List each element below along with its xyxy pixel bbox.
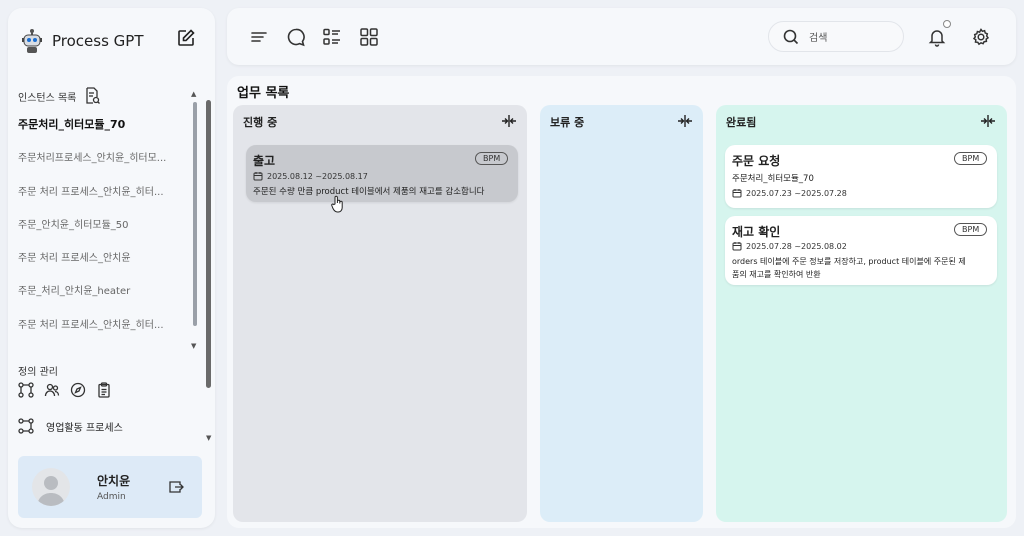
user-role: Admin: [97, 492, 126, 502]
definitions-label: 정의 관리: [18, 367, 58, 378]
bpm-badge: BPM: [954, 152, 988, 165]
clipboard-icon[interactable]: [96, 382, 112, 398]
topbar: 검색: [227, 8, 1016, 65]
instance-item[interactable]: 주문 처리 프로세스_안치윤_히터...: [18, 316, 186, 349]
bpm-badge: BPM: [475, 152, 509, 165]
card-title: 출고: [253, 154, 276, 168]
card-date-text: 2025.08.12 ~2025.08.17: [267, 171, 368, 181]
collapse-icon[interactable]: [501, 114, 517, 128]
process-flow-icon: [18, 418, 34, 434]
scroll-down-icon[interactable]: ▼: [191, 342, 196, 350]
menu-lines-icon[interactable]: [249, 27, 269, 47]
card-date: 2025.07.23 ~2025.07.28: [732, 188, 847, 198]
sidebar-scroll-down-icon[interactable]: ▼: [206, 434, 211, 442]
card-title: 재고 확인: [732, 225, 781, 239]
document-search-icon[interactable]: [84, 87, 100, 105]
card-description: 주문된 수량 만큼 product 테이블에서 제품의 재고를 감소합니다: [253, 187, 485, 197]
gear-icon[interactable]: [971, 27, 991, 47]
bpm-badge: BPM: [954, 223, 988, 236]
instances-label: 인스턴스 목록: [18, 93, 77, 104]
instance-list-scrollbar[interactable]: ▲ ▼: [191, 90, 199, 352]
task-card[interactable]: 출고 BPM 2025.08.12 ~2025.08.17 주문된 수량 만큼 …: [246, 145, 518, 202]
sidebar: Process GPT 인스턴스 목록 주문처리_히터모듈_70 주문처리프로세…: [8, 8, 215, 528]
instance-list-scroll-thumb[interactable]: [193, 102, 197, 326]
process-item-label: 영업활동 프로세스: [46, 422, 123, 434]
user-avatar-icon: [37, 476, 65, 506]
task-list-icon[interactable]: [322, 27, 342, 47]
bell-icon[interactable]: [927, 27, 947, 47]
user-name: 안치윤: [97, 474, 131, 488]
instance-item[interactable]: 주문_안치윤_히터모듈_50: [18, 216, 186, 249]
card-subtitle: 주문처리_히터모듈_70: [732, 174, 814, 184]
hand-cursor-icon: [331, 195, 343, 213]
scroll-up-icon[interactable]: ▲: [191, 90, 196, 98]
user-card[interactable]: 안치윤 Admin: [18, 456, 202, 518]
instance-item[interactable]: 주문_처리_안치윤_heater: [18, 282, 186, 315]
card-description: orders 테이블에 주문 정보를 저장하고, product 테이블에 주문…: [732, 257, 966, 266]
organization-icon[interactable]: [44, 382, 60, 398]
instance-item[interactable]: 주문 처리 프로세스_안치윤: [18, 249, 186, 282]
main-panel: 업무 목록 진행 중 출고 BPM 2025.08.12 ~2025.08.17…: [227, 76, 1016, 528]
search-placeholder: 검색: [809, 33, 828, 44]
instance-item[interactable]: 주문처리_히터모듈_70: [18, 116, 186, 149]
card-description: 품의 재고를 확인하여 반환: [732, 270, 821, 279]
compass-icon[interactable]: [70, 382, 86, 398]
page-title: 업무 목록: [237, 86, 290, 101]
new-chat-edit-icon[interactable]: [176, 28, 196, 48]
chat-bubble-icon[interactable]: [286, 27, 306, 47]
calendar-icon: [253, 172, 263, 181]
card-date-text: 2025.07.23 ~2025.07.28: [746, 188, 847, 198]
sidebar-scrollbar[interactable]: [206, 96, 212, 388]
column-on-hold: 보류 중: [540, 105, 703, 522]
grid-view-icon[interactable]: [359, 27, 379, 47]
column-title: 보류 중: [550, 116, 585, 129]
notification-dot: [943, 20, 951, 28]
column-title: 진행 중: [243, 116, 278, 129]
logout-icon[interactable]: [168, 479, 184, 495]
task-card[interactable]: 재고 확인 BPM 2025.07.28 ~2025.08.02 orders …: [725, 216, 997, 285]
search-input[interactable]: 검색: [768, 21, 904, 52]
card-date: 2025.08.12 ~2025.08.17: [253, 171, 368, 181]
sidebar-scroll-thumb[interactable]: [206, 100, 211, 388]
search-icon: [783, 29, 799, 44]
column-in-progress: 진행 중 출고 BPM 2025.08.12 ~2025.08.17 주문된 수…: [233, 105, 527, 522]
calendar-icon: [732, 242, 742, 251]
process-flow-icon[interactable]: [18, 382, 34, 398]
column-title: 완료됨: [726, 116, 757, 129]
instance-item[interactable]: 주문처리프로세스_안치윤_히터모...: [18, 149, 186, 182]
instance-item[interactable]: 주문 처리 프로세스_안치윤_히터...: [18, 183, 186, 216]
collapse-icon[interactable]: [677, 114, 693, 128]
card-title: 주문 요청: [732, 154, 781, 168]
robot-logo-icon: [22, 29, 42, 53]
card-date: 2025.07.28 ~2025.08.02: [732, 241, 847, 251]
column-completed: 완료됨 주문 요청 BPM 주문처리_히터모듈_70 2025.07.23 ~2…: [716, 105, 1007, 522]
instance-list: 주문처리_히터모듈_70 주문처리프로세스_안치윤_히터모... 주문 처리 프…: [18, 116, 186, 349]
app-title: Process GPT: [52, 32, 144, 50]
definition-tools: [18, 382, 112, 398]
card-date-text: 2025.07.28 ~2025.08.02: [746, 241, 847, 251]
collapse-icon[interactable]: [980, 114, 996, 128]
calendar-icon: [732, 189, 742, 198]
sidebar-item-sales-process[interactable]: 영업활동 프로세스: [18, 418, 123, 434]
brand[interactable]: Process GPT: [20, 28, 144, 54]
avatar[interactable]: [32, 468, 70, 506]
task-card[interactable]: 주문 요청 BPM 주문처리_히터모듈_70 2025.07.23 ~2025.…: [725, 145, 997, 208]
